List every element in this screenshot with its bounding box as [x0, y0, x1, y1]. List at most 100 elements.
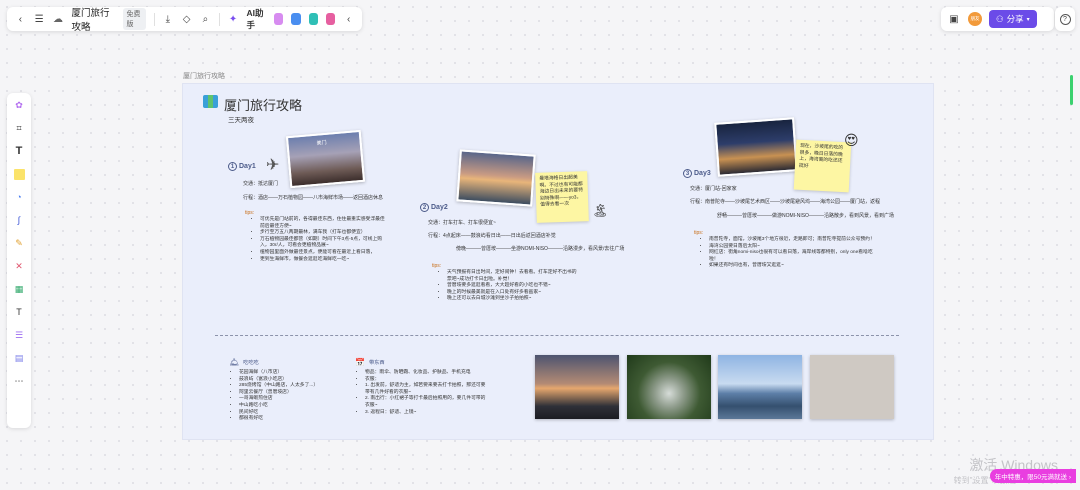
grid-icon[interactable]: ▤ — [12, 351, 26, 365]
search-icon[interactable]: ⌕ — [200, 12, 211, 26]
plan-badge[interactable]: 免费版 — [123, 8, 146, 30]
user-add-icon: ⚇ — [996, 13, 1004, 24]
day1-number: 1 — [228, 162, 237, 171]
day3-sticky-note[interactable]: 现在，沙坡尾的吃的很多，晚日日落的晚上，海湾离的吃还还挺好 — [793, 139, 852, 193]
text-icon[interactable]: T — [12, 144, 26, 158]
gallery-photo-skyline — [718, 355, 802, 419]
day2-number: 2 — [420, 203, 429, 212]
gallery-photo-sign — [810, 355, 894, 419]
collapse-icon[interactable]: ‹ — [343, 12, 354, 26]
calendar-icon: 📅 — [355, 358, 365, 367]
day3-trip-tail: 舒畅———曾厝垵———做游NOMI-NISO———沿路散步，看到风景，看到广场 — [717, 213, 894, 219]
day1-tips-list: 可优先是门站前的，各得最佳东西，住住最重实感受浮最佳前后最佳方便~ 步行至万五八… — [253, 217, 389, 263]
day2-label: Day2 — [431, 204, 448, 211]
divider — [153, 12, 155, 26]
gallery-photo-garden — [627, 355, 711, 419]
map-icon — [203, 95, 218, 108]
chevron-down-icon: ▾ — [1026, 16, 1030, 23]
palm-island-icon: 🏝 — [592, 203, 609, 218]
day2-trip-tail: 傍晚———曾厝垵———坐游NOMI-NISO———沿路漫步，看风景/去往广场 — [456, 246, 625, 252]
list-item: 万石植物园最佳都营（如期）时间下午3点-5点，可线上购入，30r/人，可看会更植… — [260, 237, 389, 250]
day3-tips-list: 南普陀寺，面馆，沙坡尾3个地方很近，走路即可；南普陀寺提前公众号预约！ 海湾公园… — [702, 237, 882, 270]
day2-tips-label: tips: — [432, 263, 442, 269]
top-right-toolbar: ▣ 朋友 ⚇ 分享 ▾ — [941, 7, 1054, 31]
list-item: 曾厝垵要多逛逛看看，大大超好看的小吃也不错~ — [447, 283, 580, 290]
help-box: ? — [1055, 7, 1075, 31]
day1-heading: 1 Day1 — [228, 162, 256, 171]
scroll-indicator[interactable] — [1070, 75, 1073, 105]
pen-icon[interactable]: ✎ — [12, 236, 26, 250]
airplane-icon: ✈ — [266, 157, 280, 174]
ai-logo-icon: ✦ — [228, 13, 238, 25]
promo-banner[interactable]: 年中特惠，限50元满就送 › — [989, 469, 1076, 483]
app-icon-3[interactable] — [308, 13, 318, 25]
day3-trip-head: 行程：南普陀寺——沙坡尾艺术西区——沙坡尾避风坞——海湾公园——厦门站，返程 — [690, 199, 881, 205]
day3-transport: 交通：厦门站-回家家 — [690, 186, 737, 192]
packing-list: 物品：雨伞、防晒霜、化妆品、护肤品、手机充电 衣服： 1. 出发前，舒适为主，如… — [358, 370, 486, 416]
list-item: 3. 返程日：舒适、上镜~ — [365, 410, 486, 417]
list-item: 天气预报有日出时间，定好闹钟！去看看。打车定好不出书的票吧~成功打卡日出啦。补觉… — [447, 270, 580, 283]
back-icon[interactable]: ‹ — [15, 12, 26, 26]
sticky-note-icon[interactable] — [12, 167, 26, 181]
board-subtitle: 三天两夜 — [228, 117, 254, 124]
list-item: 中山路吃小吃 — [239, 403, 342, 410]
cloud-icon: ☁ — [53, 13, 64, 25]
comment-icon[interactable]: ☰ — [12, 328, 26, 342]
packing-heading: 📅 带东西 — [355, 358, 385, 367]
day1-label: Day1 — [239, 163, 256, 170]
menu-icon[interactable]: ☰ — [34, 12, 45, 26]
food-list: 花园海鲜（八市店） 鼓浪屿（富浪小吃店） 285烧烤馆（中山路店，人太多了...… — [232, 370, 342, 423]
list-item: 285烧烤馆（中山路店，人太多了...） — [239, 383, 342, 390]
day1-transport: 交通：抵达厦门 — [243, 181, 279, 187]
day1-trip: 行程：酒店——万石植物园——八市海鲜市场——返回酒店休息 — [243, 195, 384, 201]
day1-photo-caption: 美门 — [316, 139, 327, 147]
heart-eyes-emoji-icon: 😍 — [844, 132, 859, 148]
app-icon-1[interactable] — [274, 13, 284, 25]
day3-photo — [714, 117, 798, 177]
list-item: 1. 出发前，舒适为主，如若要来要去打卡拍照，那还可要带有几件好看的衣服~ — [365, 383, 486, 396]
download-icon[interactable]: ⤓ — [162, 12, 173, 26]
list-item: 网红店：街角nomi-niso也很有可以看日落，海岸线等都特别，only one… — [709, 250, 882, 263]
day2-tips-list: 天气预报有日出时间，定好闹钟！去看看。打车定好不出书的票吧~成功打卡日出啦。补觉… — [440, 270, 580, 303]
app-icon-4[interactable] — [325, 13, 336, 25]
connector-icon[interactable]: ∫ — [12, 213, 26, 227]
day2-sticky-note[interactable]: 曼塔海格日出超美啊。不过也有可能都海边日出未来的要特别特殊啊——yo3，值得去看… — [535, 171, 589, 223]
app-icon-2[interactable] — [291, 13, 301, 25]
list-item: 更到生海鲜市，做餐会逛逛吃海鲜吃一吃~ — [260, 257, 389, 264]
day3-number: 3 — [683, 169, 692, 178]
list-item: 2. 南出行：小红裙子等打卡最后拍照用的，要几件可带的衣服~ — [365, 396, 486, 409]
day2-photo — [456, 149, 536, 207]
board-title: 厦门旅行攻略 — [224, 98, 303, 113]
list-item: 物品：雨伞、防晒霜、化妆品、护肤品、手机充电 — [365, 370, 486, 377]
shape-icon[interactable]: ◔ — [12, 190, 26, 204]
day3-heading: 3 Day3 — [683, 169, 711, 178]
food-bell-icon: 🛎 — [229, 358, 240, 367]
section-divider — [215, 335, 899, 336]
template-icon[interactable]: ✿ — [12, 98, 26, 112]
list-item: 步行至万五八两期最林，满车我（打车也都便宜） — [260, 230, 389, 237]
list-item: 可优先是门站前的，各得最佳东西，住住最重实感受浮最佳前后最佳方便~ — [260, 217, 389, 230]
more-icon[interactable]: ⋯ — [12, 374, 26, 388]
day2-trip-head: 行程：4点起床——鼓浪屿看日出——日出后返回酒店补觉 — [428, 233, 556, 239]
frame-icon[interactable]: ⌗ — [12, 121, 26, 135]
table-icon[interactable]: ▦ — [12, 282, 26, 296]
text-box-icon[interactable]: T — [12, 305, 26, 319]
mindmap-icon[interactable]: ✕ — [12, 259, 26, 273]
food-heading: 🛎 吃吃吃 — [229, 358, 259, 367]
gallery-photo-sunset — [535, 355, 619, 419]
help-icon[interactable]: ? — [1059, 13, 1071, 25]
briefcase-icon[interactable]: ▣ — [947, 12, 961, 26]
frame-label[interactable]: 厦门旅行攻略 — [183, 71, 225, 81]
list-item: 如果还有时间也有，曾厝垵又逛逛~ — [709, 263, 882, 270]
share-button[interactable]: ⚇ 分享 ▾ — [989, 10, 1037, 28]
list-item: 花园海鲜（八市店） — [239, 370, 342, 377]
tag-icon[interactable]: ◇ — [181, 12, 192, 26]
avatar[interactable]: 朋友 — [968, 12, 982, 26]
ai-assistant-button[interactable]: AI助手 — [246, 7, 266, 31]
day3-tips-label: tips: — [694, 230, 704, 236]
list-item: 南普陀寺，面馆，沙坡尾3个地方很近，走路即可；南普陀寺提前公众号预约！ — [709, 237, 882, 244]
share-label: 分享 — [1006, 14, 1024, 24]
left-toolbar: ✿ ⌗ T ◔ ∫ ✎ ✕ ▦ T ☰ ▤ ⋯ — [7, 93, 31, 428]
doc-title[interactable]: 厦门旅行攻略 — [71, 5, 115, 33]
packing-title: 带东西 — [368, 360, 385, 366]
